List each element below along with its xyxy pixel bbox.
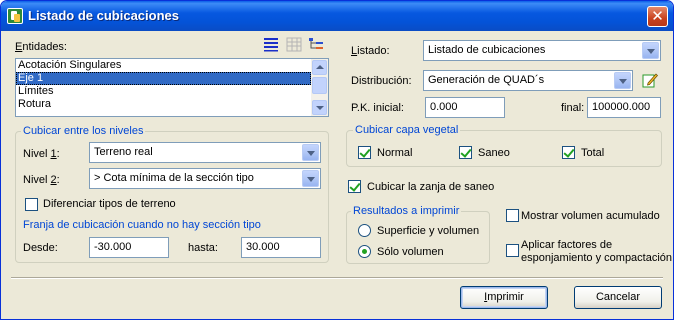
nivel2-value: > Cota mínima de la sección tipo xyxy=(94,172,254,184)
listado-label: Listado: xyxy=(351,45,390,57)
cancelar-button[interactable]: Cancelar xyxy=(574,286,662,309)
resultados-title: Resultados a imprimir xyxy=(351,205,462,217)
scroll-down-button[interactable] xyxy=(312,100,327,115)
list-lines-icon[interactable] xyxy=(263,36,279,52)
desde-input[interactable]: -30.000 xyxy=(89,237,169,258)
solo-volumen-label: Sólo volumen xyxy=(377,246,444,258)
imprimir-button[interactable]: Imprimir xyxy=(460,286,548,309)
scroll-thumb[interactable] xyxy=(312,77,327,94)
chevron-down-icon[interactable] xyxy=(302,170,319,187)
listbox-scrollbar[interactable] xyxy=(311,59,328,116)
chevron-down-icon[interactable] xyxy=(302,144,319,161)
entidades-listbox[interactable]: Acotación Singulares Eje 1 Límites Rotura xyxy=(15,58,329,117)
saneo-label: Saneo xyxy=(478,147,510,159)
listado-value: Listado de cubicaciones xyxy=(428,44,546,56)
diferenciar-checkbox[interactable] xyxy=(25,198,38,211)
pk-final-input[interactable]: 100000.000 xyxy=(587,97,661,118)
zanja-label: Cubicar la zanja de saneo xyxy=(367,181,495,193)
desde-label: Desde: xyxy=(23,242,58,254)
franja-title: Franja de cubicación cuando no hay secci… xyxy=(23,219,261,231)
divider xyxy=(11,277,663,279)
nivel2-select[interactable]: > Cota mínima de la sección tipo xyxy=(89,168,321,189)
grid-icon[interactable] xyxy=(286,36,302,52)
superficie-volumen-radio[interactable] xyxy=(358,224,371,237)
distribucion-select[interactable]: Generación de QUAD´s xyxy=(423,70,633,91)
nivel1-value: Terreno real xyxy=(94,146,153,158)
nivel1-select[interactable]: Terreno real xyxy=(89,142,321,163)
capa-vegetal-title: Cubicar capa vegetal xyxy=(353,124,461,136)
superficie-volumen-label: Superficie y volumen xyxy=(377,225,480,237)
title-bar[interactable]: Listado de cubicaciones ✕ xyxy=(1,1,673,31)
nivel2-label: Nivel 2: xyxy=(23,174,60,186)
nivel1-label: Nivel 1: xyxy=(23,148,60,160)
factores-checkbox[interactable] xyxy=(506,244,519,257)
window-title: Listado de cubicaciones xyxy=(28,8,179,23)
total-label: Total xyxy=(581,147,605,159)
scroll-up-button[interactable] xyxy=(312,60,327,75)
normal-label: Normal xyxy=(377,147,413,159)
factores-label-line1: Aplicar factores de xyxy=(521,239,613,251)
pk-inicial-input[interactable]: 0.000 xyxy=(425,97,505,118)
zanja-checkbox[interactable] xyxy=(348,180,361,193)
list-item[interactable]: Acotación Singulares xyxy=(16,59,311,72)
mostrar-acumulado-label: Mostrar volumen acumulado xyxy=(521,210,660,222)
app-icon xyxy=(7,8,23,24)
list-item[interactable]: Eje 1 xyxy=(16,72,311,85)
list-item[interactable]: Rotura xyxy=(16,98,311,111)
normal-checkbox[interactable] xyxy=(358,146,371,159)
factores-label-line2: esponjamiento y compactación xyxy=(521,252,673,264)
entidades-label: Entidades: xyxy=(15,41,67,53)
list-item[interactable]: Límites xyxy=(16,85,311,98)
total-checkbox[interactable] xyxy=(562,146,575,159)
solo-volumen-radio[interactable] xyxy=(358,245,371,258)
pk-final-label: final: xyxy=(561,102,585,114)
pk-inicial-label: P.K. inicial: xyxy=(351,102,404,114)
hasta-input[interactable]: 30.000 xyxy=(241,237,321,258)
distribucion-label: Distribución: xyxy=(351,75,412,87)
dialog-window: Listado de cubicaciones ✕ Entidades: Aco… xyxy=(0,0,674,320)
mostrar-acumulado-checkbox[interactable] xyxy=(506,209,519,222)
listado-select[interactable]: Listado de cubicaciones xyxy=(423,40,661,61)
close-button[interactable]: ✕ xyxy=(647,6,668,27)
edit-icon[interactable] xyxy=(642,72,658,88)
cubicar-niveles-title: Cubicar entre los niveles xyxy=(21,125,146,137)
chevron-down-icon[interactable] xyxy=(642,42,659,59)
distribucion-value: Generación de QUAD´s xyxy=(428,74,545,86)
diferenciar-label: Diferenciar tipos de terreno xyxy=(43,198,176,210)
chevron-down-icon[interactable] xyxy=(614,72,631,89)
tree-icon[interactable] xyxy=(308,36,324,52)
hasta-label: hasta: xyxy=(188,242,218,254)
saneo-checkbox[interactable] xyxy=(459,146,472,159)
